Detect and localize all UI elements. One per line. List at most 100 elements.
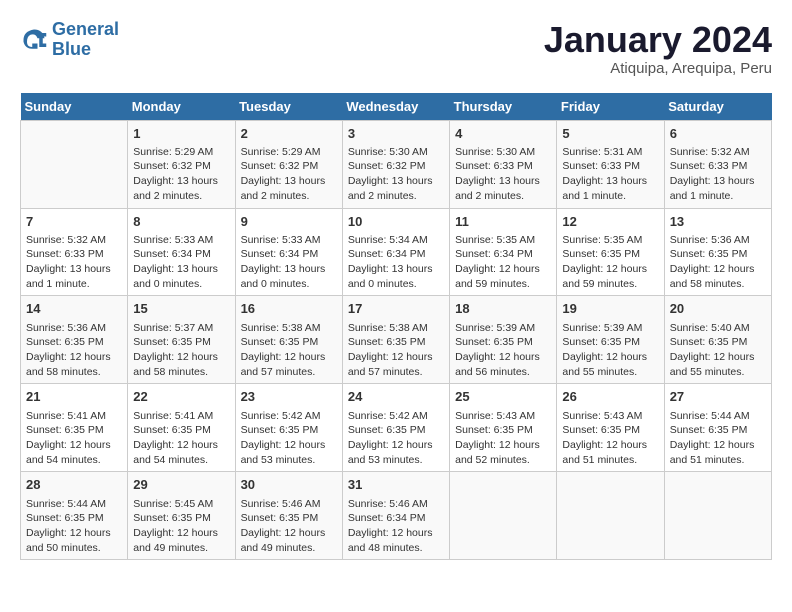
day-number: 11 <box>455 213 551 231</box>
week-row-1: 1 Sunrise: 5:29 AM Sunset: 6:32 PM Daylig… <box>21 120 772 208</box>
day-cell: 22 Sunrise: 5:41 AM Sunset: 6:35 PM Dayli… <box>128 384 235 472</box>
logo: General Blue <box>20 20 119 60</box>
day-info: Sunrise: 5:39 AM Sunset: 6:35 PM Dayligh… <box>562 321 658 380</box>
day-number: 16 <box>241 300 337 318</box>
day-info: Sunrise: 5:41 AM Sunset: 6:35 PM Dayligh… <box>26 409 122 468</box>
day-info: Sunrise: 5:43 AM Sunset: 6:35 PM Dayligh… <box>562 409 658 468</box>
day-cell: 17 Sunrise: 5:38 AM Sunset: 6:35 PM Dayli… <box>342 296 449 384</box>
day-number: 19 <box>562 300 658 318</box>
day-cell: 2 Sunrise: 5:29 AM Sunset: 6:32 PM Daylig… <box>235 120 342 208</box>
day-info: Sunrise: 5:29 AM Sunset: 6:32 PM Dayligh… <box>133 145 229 204</box>
day-cell: 4Sunrise: 5:30 AM Sunset: 6:33 PM Daylig… <box>450 120 557 208</box>
day-number: 17 <box>348 300 444 318</box>
calendar-table: SundayMondayTuesdayWednesdayThursdayFrid… <box>20 93 772 561</box>
day-cell: 6Sunrise: 5:32 AM Sunset: 6:33 PM Daylig… <box>664 120 771 208</box>
day-info: Sunrise: 5:29 AM Sunset: 6:32 PM Dayligh… <box>241 145 337 204</box>
day-cell: 10 Sunrise: 5:34 AM Sunset: 6:34 PM Dayli… <box>342 208 449 296</box>
week-row-4: 21 Sunrise: 5:41 AM Sunset: 6:35 PM Dayli… <box>21 384 772 472</box>
day-number: 6 <box>670 125 766 143</box>
day-number: 1 <box>133 125 229 143</box>
day-info: Sunrise: 5:31 AM Sunset: 6:33 PM Dayligh… <box>562 145 658 204</box>
day-cell: 13 Sunrise: 5:36 AM Sunset: 6:35 PM Dayli… <box>664 208 771 296</box>
page-header: General Blue January 2024 Atiquipa, Areq… <box>20 20 772 77</box>
day-number: 20 <box>670 300 766 318</box>
day-info: Sunrise: 5:40 AM Sunset: 6:35 PM Dayligh… <box>670 321 766 380</box>
day-number: 29 <box>133 476 229 494</box>
day-cell: 3 Sunrise: 5:30 AM Sunset: 6:32 PM Daylig… <box>342 120 449 208</box>
header-cell-monday: Monday <box>128 93 235 121</box>
header-cell-wednesday: Wednesday <box>342 93 449 121</box>
day-number: 15 <box>133 300 229 318</box>
day-number: 3 <box>348 125 444 143</box>
header-cell-saturday: Saturday <box>664 93 771 121</box>
day-info: Sunrise: 5:30 AM Sunset: 6:32 PM Dayligh… <box>348 145 444 204</box>
day-info: Sunrise: 5:34 AM Sunset: 6:34 PM Dayligh… <box>348 233 444 292</box>
day-number: 22 <box>133 388 229 406</box>
day-cell: 24 Sunrise: 5:42 AM Sunset: 6:35 PM Dayli… <box>342 384 449 472</box>
day-number: 24 <box>348 388 444 406</box>
day-cell: 5Sunrise: 5:31 AM Sunset: 6:33 PM Daylig… <box>557 120 664 208</box>
header-cell-sunday: Sunday <box>21 93 128 121</box>
day-cell: 8Sunrise: 5:33 AM Sunset: 6:34 PM Daylig… <box>128 208 235 296</box>
day-info: Sunrise: 5:45 AM Sunset: 6:35 PM Dayligh… <box>133 497 229 556</box>
day-cell: 29 Sunrise: 5:45 AM Sunset: 6:35 PM Dayli… <box>128 472 235 560</box>
day-number: 13 <box>670 213 766 231</box>
logo-icon <box>20 26 48 54</box>
day-cell: 7 Sunrise: 5:32 AM Sunset: 6:33 PM Daylig… <box>21 208 128 296</box>
day-number: 27 <box>670 388 766 406</box>
day-cell: 16 Sunrise: 5:38 AM Sunset: 6:35 PM Dayli… <box>235 296 342 384</box>
day-cell <box>21 120 128 208</box>
day-info: Sunrise: 5:41 AM Sunset: 6:35 PM Dayligh… <box>133 409 229 468</box>
header-row: SundayMondayTuesdayWednesdayThursdayFrid… <box>21 93 772 121</box>
day-cell <box>664 472 771 560</box>
week-row-3: 14Sunrise: 5:36 AM Sunset: 6:35 PM Dayli… <box>21 296 772 384</box>
calendar-header: SundayMondayTuesdayWednesdayThursdayFrid… <box>21 93 772 121</box>
day-cell: 19 Sunrise: 5:39 AM Sunset: 6:35 PM Dayli… <box>557 296 664 384</box>
day-number: 9 <box>241 213 337 231</box>
day-info: Sunrise: 5:39 AM Sunset: 6:35 PM Dayligh… <box>455 321 551 380</box>
day-info: Sunrise: 5:42 AM Sunset: 6:35 PM Dayligh… <box>348 409 444 468</box>
day-cell <box>557 472 664 560</box>
day-cell: 30 Sunrise: 5:46 AM Sunset: 6:35 PM Dayli… <box>235 472 342 560</box>
day-number: 30 <box>241 476 337 494</box>
day-info: Sunrise: 5:33 AM Sunset: 6:34 PM Dayligh… <box>241 233 337 292</box>
day-info: Sunrise: 5:36 AM Sunset: 6:35 PM Dayligh… <box>670 233 766 292</box>
day-number: 7 <box>26 213 122 231</box>
day-cell: 26 Sunrise: 5:43 AM Sunset: 6:35 PM Dayli… <box>557 384 664 472</box>
day-info: Sunrise: 5:38 AM Sunset: 6:35 PM Dayligh… <box>348 321 444 380</box>
day-cell: 20 Sunrise: 5:40 AM Sunset: 6:35 PM Dayli… <box>664 296 771 384</box>
day-info: Sunrise: 5:35 AM Sunset: 6:35 PM Dayligh… <box>562 233 658 292</box>
header-cell-tuesday: Tuesday <box>235 93 342 121</box>
day-info: Sunrise: 5:35 AM Sunset: 6:34 PM Dayligh… <box>455 233 551 292</box>
day-number: 25 <box>455 388 551 406</box>
day-info: Sunrise: 5:46 AM Sunset: 6:34 PM Dayligh… <box>348 497 444 556</box>
day-cell: 15 Sunrise: 5:37 AM Sunset: 6:35 PM Dayli… <box>128 296 235 384</box>
day-info: Sunrise: 5:30 AM Sunset: 6:33 PM Dayligh… <box>455 145 551 204</box>
day-number: 23 <box>241 388 337 406</box>
day-number: 2 <box>241 125 337 143</box>
day-number: 26 <box>562 388 658 406</box>
week-row-5: 28Sunrise: 5:44 AM Sunset: 6:35 PM Dayli… <box>21 472 772 560</box>
calendar-body: 1 Sunrise: 5:29 AM Sunset: 6:32 PM Daylig… <box>21 120 772 560</box>
day-info: Sunrise: 5:42 AM Sunset: 6:35 PM Dayligh… <box>241 409 337 468</box>
week-row-2: 7 Sunrise: 5:32 AM Sunset: 6:33 PM Daylig… <box>21 208 772 296</box>
month-title: January 2024 <box>544 20 772 60</box>
day-info: Sunrise: 5:44 AM Sunset: 6:35 PM Dayligh… <box>670 409 766 468</box>
day-number: 8 <box>133 213 229 231</box>
day-number: 10 <box>348 213 444 231</box>
header-cell-thursday: Thursday <box>450 93 557 121</box>
day-info: Sunrise: 5:44 AM Sunset: 6:35 PM Dayligh… <box>26 497 122 556</box>
day-info: Sunrise: 5:36 AM Sunset: 6:35 PM Dayligh… <box>26 321 122 380</box>
day-cell: 25 Sunrise: 5:43 AM Sunset: 6:35 PM Dayli… <box>450 384 557 472</box>
day-cell: 1 Sunrise: 5:29 AM Sunset: 6:32 PM Daylig… <box>128 120 235 208</box>
day-info: Sunrise: 5:38 AM Sunset: 6:35 PM Dayligh… <box>241 321 337 380</box>
day-cell: 18Sunrise: 5:39 AM Sunset: 6:35 PM Dayli… <box>450 296 557 384</box>
day-number: 21 <box>26 388 122 406</box>
day-info: Sunrise: 5:37 AM Sunset: 6:35 PM Dayligh… <box>133 321 229 380</box>
day-info: Sunrise: 5:43 AM Sunset: 6:35 PM Dayligh… <box>455 409 551 468</box>
day-info: Sunrise: 5:32 AM Sunset: 6:33 PM Dayligh… <box>26 233 122 292</box>
day-info: Sunrise: 5:46 AM Sunset: 6:35 PM Dayligh… <box>241 497 337 556</box>
day-cell: 31Sunrise: 5:46 AM Sunset: 6:34 PM Dayli… <box>342 472 449 560</box>
day-cell: 14Sunrise: 5:36 AM Sunset: 6:35 PM Dayli… <box>21 296 128 384</box>
location: Atiquipa, Arequipa, Peru <box>544 60 772 77</box>
